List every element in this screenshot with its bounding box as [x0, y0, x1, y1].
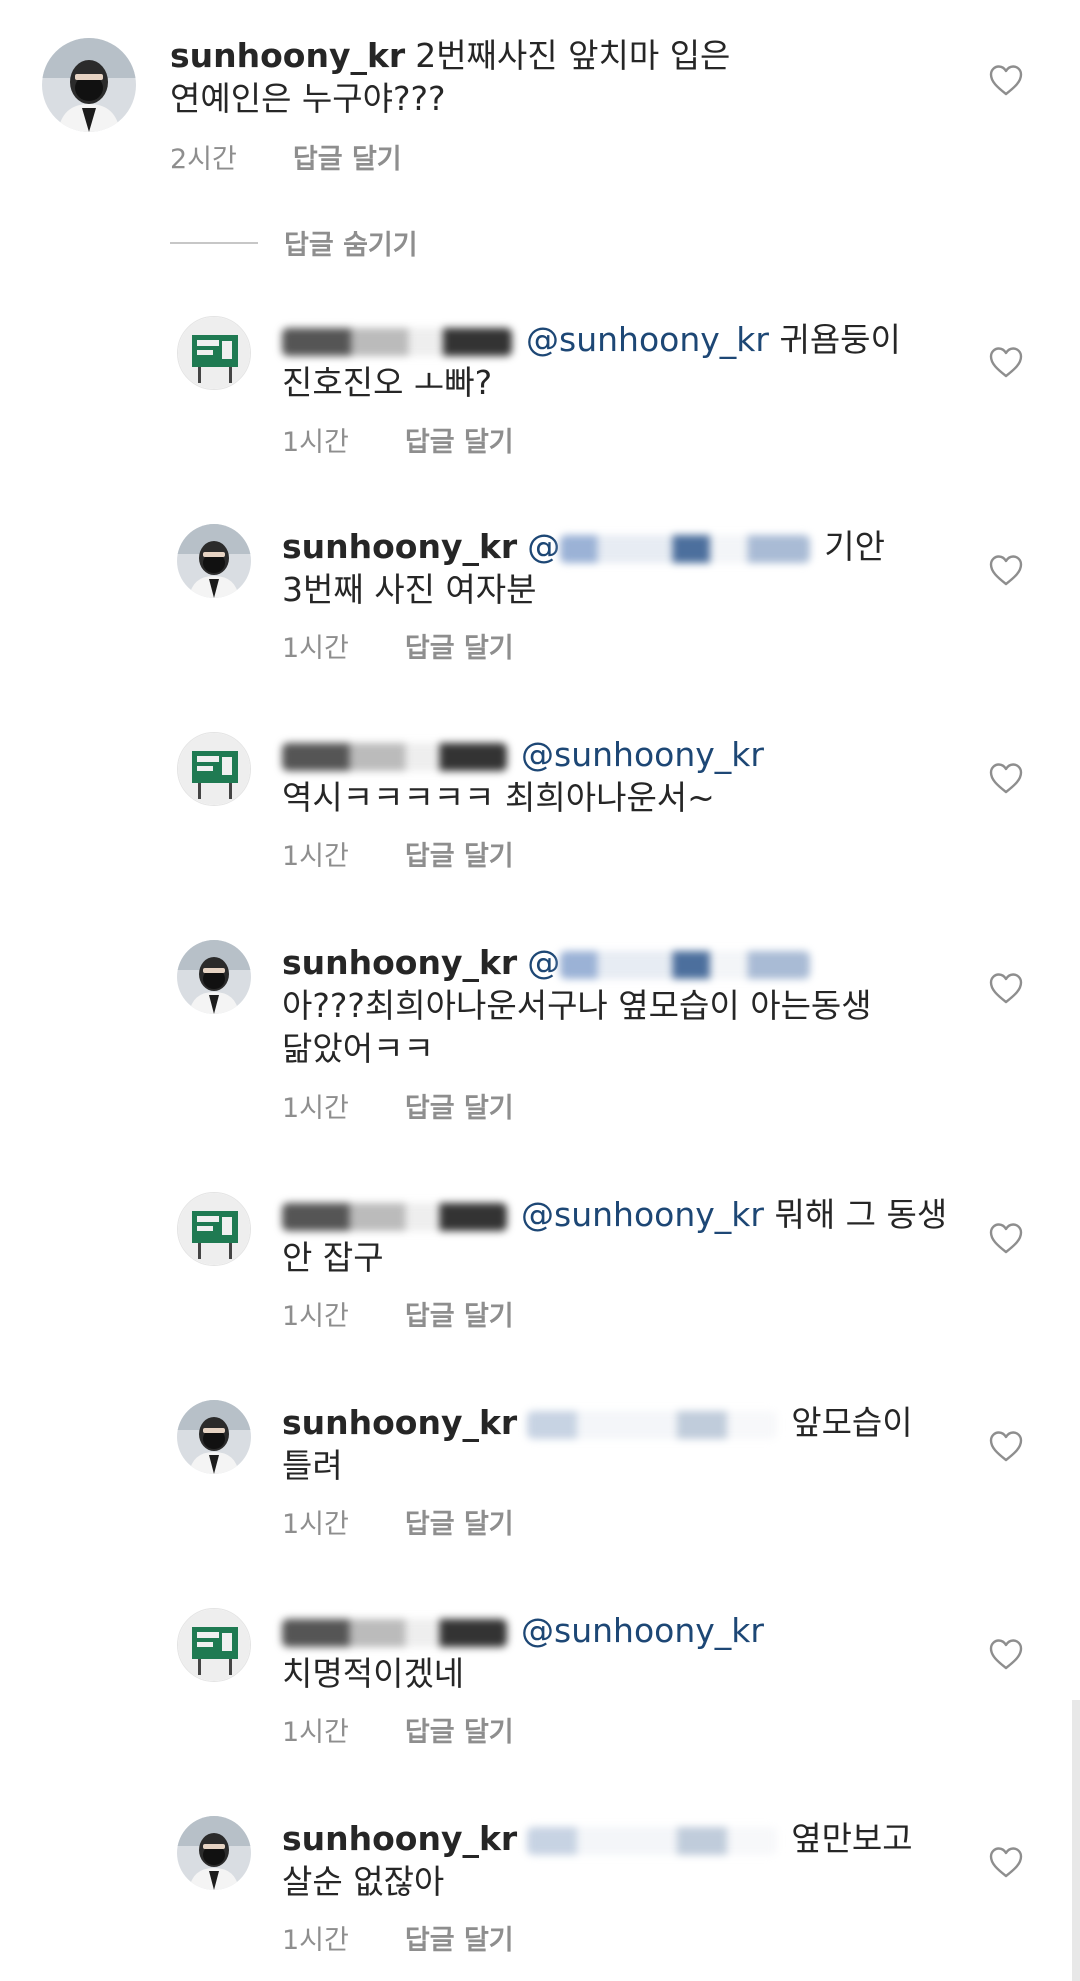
reply-meta: 1시간 답글 달기	[282, 1918, 514, 1957]
reply-meta: 1시간 답글 달기	[282, 626, 514, 665]
heart-icon[interactable]	[989, 554, 1023, 586]
reply-meta: 1시간 답글 달기	[282, 1710, 514, 1749]
redacted-username	[282, 1202, 507, 1231]
reply-button[interactable]: 답글 달기	[405, 420, 514, 459]
avatar[interactable]	[177, 1608, 251, 1682]
reply-button[interactable]: 답글 달기	[405, 1710, 514, 1749]
reply-time: 1시간	[282, 633, 349, 664]
main-comment-text: sunhoony_kr 2번째사진 앞치마 입은 연예인은 누구야???	[170, 34, 850, 120]
avatar[interactable]	[177, 940, 251, 1014]
reply-username[interactable]: sunhoony_kr	[282, 527, 517, 566]
reply-username[interactable]: sunhoony_kr	[282, 1403, 517, 1442]
reply-meta: 1시간 답글 달기	[282, 1502, 514, 1541]
comment-time: 2시간	[170, 144, 237, 175]
heart-icon[interactable]	[989, 64, 1023, 96]
reply-time: 1시간	[282, 1509, 349, 1540]
reply-text: sunhoony_kr 앞모습이 틀려	[282, 1401, 932, 1487]
reply-time: 1시간	[282, 1717, 349, 1748]
avatar[interactable]	[177, 316, 251, 390]
mention-link[interactable]: @sunhoony_kr	[526, 320, 769, 359]
reply-meta: 1시간 답글 달기	[282, 834, 514, 873]
reply-text: @sunhoony_kr 역시ㅋㅋㅋㅋㅋ 최희아나운서~	[282, 733, 932, 819]
avatar[interactable]	[177, 1816, 251, 1890]
reply-button[interactable]: 답글 달기	[405, 1502, 514, 1541]
comment-username[interactable]: sunhoony_kr	[170, 36, 405, 75]
reply-time: 1시간	[282, 1093, 349, 1124]
reply-username[interactable]: sunhoony_kr	[282, 1819, 517, 1858]
heart-icon[interactable]	[989, 346, 1023, 378]
reply-button[interactable]: 답글 달기	[293, 137, 402, 176]
reply-button[interactable]: 답글 달기	[405, 1086, 514, 1125]
divider	[170, 241, 258, 244]
hide-replies-label: 답글 숨기기	[284, 230, 418, 261]
reply-button[interactable]: 답글 달기	[405, 834, 514, 873]
reply-text: sunhoony_kr @ 기안 3번째 사진 여자분	[282, 525, 932, 611]
heart-icon[interactable]	[989, 1638, 1023, 1670]
reply-button[interactable]: 답글 달기	[405, 1294, 514, 1333]
redacted-username	[560, 534, 811, 563]
avatar[interactable]	[177, 1400, 251, 1474]
redacted-username	[282, 1618, 507, 1647]
reply-time: 1시간	[282, 1301, 349, 1332]
redacted-username	[527, 1410, 778, 1439]
reply-body: 치명적이겠네	[282, 1654, 465, 1693]
reply-body: 역시ㅋㅋㅋㅋㅋ 최희아나운서~	[282, 778, 715, 817]
heart-icon[interactable]	[989, 972, 1023, 1004]
avatar[interactable]	[177, 732, 251, 806]
heart-icon[interactable]	[989, 1430, 1023, 1462]
reply-time: 1시간	[282, 1925, 349, 1956]
avatar[interactable]	[177, 524, 251, 598]
redacted-username	[282, 742, 507, 771]
reply-time: 1시간	[282, 841, 349, 872]
avatar[interactable]	[42, 38, 136, 132]
heart-icon[interactable]	[989, 1846, 1023, 1878]
reply-text: sunhoony_kr @ 아???최희아나운서구나 옆모습이 아는동생 닮았어ㅋㅋ	[282, 941, 932, 1070]
mention-link[interactable]: @	[527, 943, 560, 982]
reply-button[interactable]: 답글 달기	[405, 626, 514, 665]
mention-link[interactable]: @sunhoony_kr	[521, 1611, 764, 1650]
reply-text: @sunhoony_kr 귀욤둥이 진호진오 ㅗ빠?	[282, 318, 932, 404]
reply-meta: 1시간 답글 달기	[282, 420, 514, 459]
scrollbar[interactable]	[1072, 1700, 1080, 1981]
redacted-username	[560, 950, 811, 979]
reply-button[interactable]: 답글 달기	[405, 1918, 514, 1957]
reply-body: 아???최희아나운서구나 옆모습이 아는동생 닮았어ㅋㅋ	[282, 986, 872, 1068]
redacted-username	[282, 327, 512, 356]
reply-text: sunhoony_kr 옆만보고 살순 없잖아	[282, 1817, 932, 1903]
mention-link[interactable]: @	[527, 527, 560, 566]
reply-username[interactable]: sunhoony_kr	[282, 943, 517, 982]
mention-link[interactable]: @sunhoony_kr	[521, 735, 764, 774]
reply-text: @sunhoony_kr 치명적이겠네	[282, 1609, 932, 1695]
reply-time: 1시간	[282, 427, 349, 458]
heart-icon[interactable]	[989, 1222, 1023, 1254]
mention-link[interactable]: @sunhoony_kr	[521, 1195, 764, 1234]
redacted-username	[527, 1826, 778, 1855]
avatar[interactable]	[177, 1192, 251, 1266]
heart-icon[interactable]	[989, 762, 1023, 794]
comment-meta: 2시간 답글 달기	[170, 137, 402, 176]
hide-replies-button[interactable]: 답글 숨기기	[170, 223, 418, 262]
reply-meta: 1시간 답글 달기	[282, 1086, 514, 1125]
reply-meta: 1시간 답글 달기	[282, 1294, 514, 1333]
reply-text: @sunhoony_kr 뭐해 그 동생 안 잡구	[282, 1193, 962, 1279]
